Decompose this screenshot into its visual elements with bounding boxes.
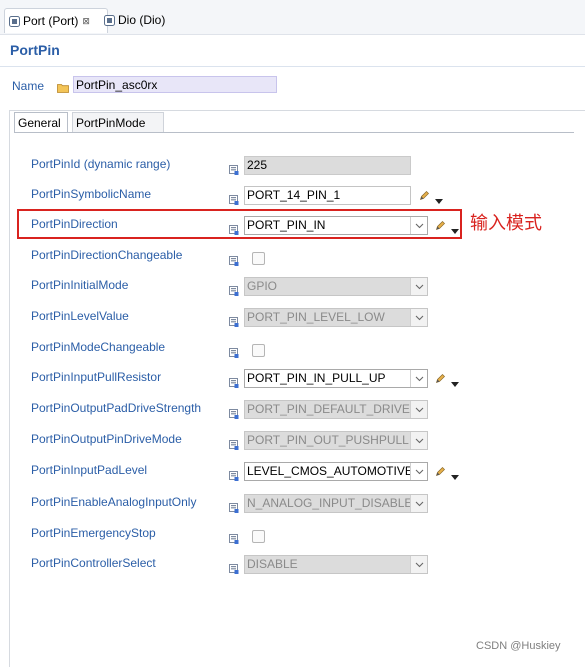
close-icon[interactable]: ⊠: [82, 16, 90, 27]
parameter-default-icon: [229, 285, 239, 296]
name-label: Name: [12, 79, 45, 93]
parameter-default-icon: [229, 347, 239, 358]
chevron-down-icon: [410, 556, 427, 573]
port-pin-enable-analog-input-only-label: PortPinEnableAnalogInputOnly: [31, 495, 197, 509]
port-pin-controller-select-value: DISABLE: [247, 557, 298, 571]
editor-tab-port-label: Port (Port): [23, 14, 79, 28]
name-field[interactable]: PortPin_asc0rx: [73, 76, 277, 93]
port-pin-initial-mode-label: PortPinInitialMode: [31, 278, 129, 292]
port-pin-output-pad-drive-strength-label: PortPinOutputPadDriveStrength: [31, 401, 202, 415]
port-pin-direction-changeable-label: PortPinDirectionChangeable: [31, 248, 183, 262]
port-pin-input-pad-level-label: PortPinInputPadLevel: [31, 463, 148, 477]
port-pin-direction-changeable-checkbox[interactable]: [252, 252, 265, 265]
port-pin-emergency-stop-checkbox[interactable]: [252, 530, 265, 543]
annotation-highlight-box: [17, 209, 462, 239]
port-pin-mode-changeable-label: PortPinModeChangeable: [31, 340, 166, 354]
parameter-default-icon: [229, 563, 239, 574]
parameter-default-icon: [229, 408, 239, 419]
tab-portpinmode[interactable]: PortPinMode: [72, 112, 164, 132]
editor-tab-dio-label: Dio (Dio): [118, 13, 166, 27]
chevron-down-icon[interactable]: [410, 463, 427, 480]
port-pin-input-pull-resistor-select[interactable]: PORT_PIN_IN_PULL_UP: [244, 369, 428, 388]
parameter-default-icon: [229, 439, 239, 450]
port-pin-output-pin-drive-mode-value: PORT_PIN_OUT_PUSHPULL: [247, 433, 409, 447]
port-pin-emergency-stop-label: PortPinEmergencyStop: [31, 526, 156, 540]
chevron-down-icon: [410, 495, 427, 512]
port-pin-initial-mode-select: GPIO: [244, 277, 428, 296]
dropdown-arrow-icon[interactable]: [451, 470, 459, 480]
folder-icon: [57, 84, 69, 93]
port-pin-symbolic-name-field[interactable]: PORT_14_PIN_1: [244, 186, 411, 205]
config-editor-icon: [104, 14, 115, 26]
watermark: CSDN @Huskiey: [476, 640, 561, 652]
port-pin-level-value-select: PORT_PIN_LEVEL_LOW: [244, 308, 428, 327]
port-pin-mode-changeable-checkbox[interactable]: [252, 344, 265, 357]
pencil-icon[interactable]: [435, 466, 446, 477]
port-pin-id-dynamic-range-label: PortPinId (dynamic range): [31, 157, 171, 171]
editor-tab-bar: Port (Port) ⊠ Dio (Dio): [0, 0, 585, 35]
tab-general[interactable]: General: [14, 112, 68, 132]
port-pin-controller-select-select: DISABLE: [244, 555, 428, 574]
dropdown-arrow-icon[interactable]: [451, 377, 459, 387]
port-pin-id-dynamic-range-field: 225: [244, 156, 411, 175]
port-pin-enable-analog-input-only-value: N_ANALOG_INPUT_DISABLE: [247, 496, 411, 510]
parameter-default-icon: [229, 194, 239, 205]
port-pin-input-pad-level-select[interactable]: LEVEL_CMOS_AUTOMOTIVE: [244, 462, 428, 481]
parameter-default-icon: [229, 377, 239, 388]
port-pin-initial-mode-value: GPIO: [247, 279, 278, 293]
dropdown-arrow-icon[interactable]: [435, 194, 443, 204]
chevron-down-icon[interactable]: [410, 370, 427, 387]
annotation-text: 输入模式: [470, 213, 542, 234]
parameter-default-icon: [229, 164, 239, 175]
page-title: PortPin: [10, 42, 60, 58]
port-pin-output-pin-drive-mode-select: PORT_PIN_OUT_PUSHPULL: [244, 431, 428, 450]
editor-tab-port[interactable]: Port (Port) ⊠: [4, 8, 108, 33]
parameter-default-icon: [229, 502, 239, 513]
port-pin-input-pull-resistor-value: PORT_PIN_IN_PULL_UP: [247, 371, 386, 385]
port-pin-level-value-label: PortPinLevelValue: [31, 309, 129, 323]
chevron-down-icon: [410, 432, 427, 449]
port-pin-enable-analog-input-only-select: N_ANALOG_INPUT_DISABLE: [244, 494, 428, 513]
config-editor-icon: [9, 15, 20, 27]
port-pin-controller-select-label: PortPinControllerSelect: [31, 556, 156, 570]
pencil-icon[interactable]: [435, 373, 446, 384]
chevron-down-icon: [410, 278, 427, 295]
parameter-default-icon: [229, 470, 239, 481]
port-pin-output-pad-drive-strength-value: PORT_PIN_DEFAULT_DRIVER: [247, 402, 411, 416]
editor-tab-dio[interactable]: Dio (Dio): [100, 8, 184, 32]
port-pin-input-pad-level-value: LEVEL_CMOS_AUTOMOTIVE: [247, 464, 411, 478]
title-divider: [0, 66, 585, 67]
parameter-default-icon: [229, 533, 239, 544]
port-pin-output-pad-drive-strength-select: PORT_PIN_DEFAULT_DRIVER: [244, 400, 428, 419]
port-pin-output-pin-drive-mode-label: PortPinOutputPinDriveMode: [31, 432, 182, 446]
chevron-down-icon: [410, 401, 427, 418]
pencil-icon[interactable]: [419, 190, 430, 201]
port-pin-input-pull-resistor-label: PortPinInputPullResistor: [31, 370, 162, 384]
port-pin-symbolic-name-label: PortPinSymbolicName: [31, 187, 152, 201]
parameter-default-icon: [229, 316, 239, 327]
port-pin-symbolic-name-value: PORT_14_PIN_1: [247, 188, 341, 202]
port-pin-level-value-value: PORT_PIN_LEVEL_LOW: [247, 310, 385, 324]
chevron-down-icon: [410, 309, 427, 326]
sub-tab-divider: [14, 132, 574, 133]
parameter-default-icon: [229, 255, 239, 266]
port-pin-id-dynamic-range-value: 225: [247, 158, 268, 172]
